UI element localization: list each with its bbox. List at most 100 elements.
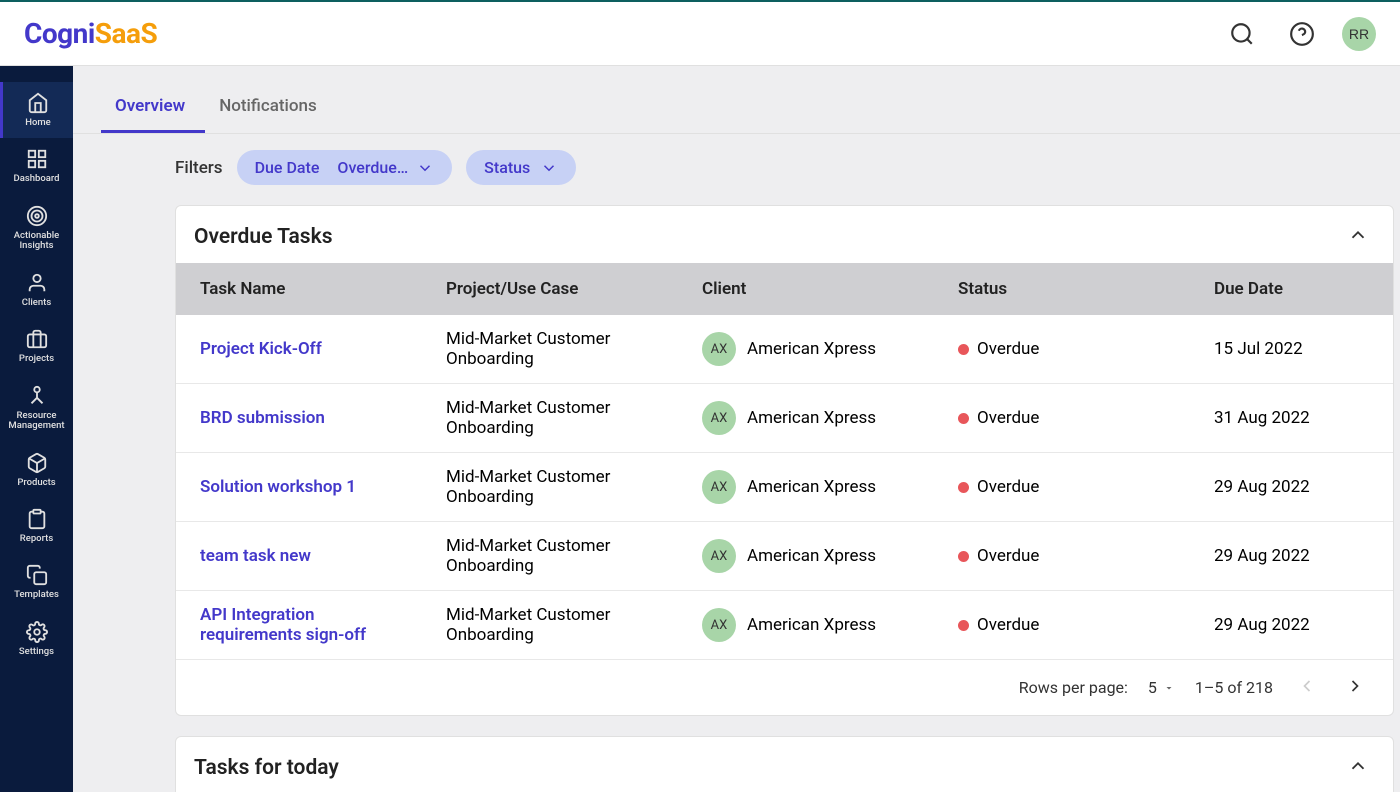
tab-overview[interactable]: Overview [101, 82, 205, 133]
tab-notifications[interactable]: Notifications [205, 82, 337, 133]
main-content: Overview Notifications Filters Due Date … [73, 66, 1400, 792]
sidebar-item-products[interactable]: Products [0, 442, 73, 498]
filters-label: Filters [175, 158, 223, 178]
search-icon [1229, 21, 1255, 47]
brand-logo: CogniSaaS [24, 17, 157, 50]
col-status: Status [944, 263, 1200, 315]
sidebar-item-insights[interactable]: Actionable Insights [0, 195, 73, 262]
client-cell: AX American Xpress [702, 608, 930, 642]
collapse-button[interactable] [1347, 224, 1369, 249]
user-icon [26, 272, 48, 294]
table-row: BRD submission Mid-Market Customer Onboa… [176, 384, 1393, 453]
collapse-button[interactable] [1347, 755, 1369, 780]
sidebar-item-label: Products [17, 478, 55, 488]
project-cell: Mid-Market Customer Onboarding [432, 522, 688, 591]
help-icon [1289, 21, 1315, 47]
task-link[interactable]: Project Kick-Off [200, 339, 322, 359]
table-row: API Integration requirements sign-off Mi… [176, 591, 1393, 660]
col-task-name: Task Name [176, 263, 432, 315]
header-actions: RR [1222, 14, 1376, 54]
status-cell: Overdue [958, 546, 1186, 566]
filter-key: Status [484, 158, 530, 177]
sidebar-item-label: Dashboard [14, 174, 60, 184]
status-text: Overdue [977, 339, 1039, 359]
chevron-left-icon [1297, 676, 1317, 696]
card-title: Overdue Tasks [194, 225, 333, 249]
due-date-cell: 29 Aug 2022 [1200, 591, 1393, 660]
status-cell: Overdue [958, 408, 1186, 428]
rows-per-page-label: Rows per page: [1019, 678, 1128, 697]
sidebar-item-label: Actionable Insights [4, 231, 69, 252]
pagination-bar: Rows per page: 5 1–5 of 218 [176, 659, 1393, 715]
sidebar-item-templates[interactable]: Templates [0, 554, 73, 610]
sidebar-item-dashboard[interactable]: Dashboard [0, 138, 73, 194]
col-client: Client [688, 263, 944, 315]
resource-icon [26, 385, 48, 407]
status-dot-icon [958, 551, 969, 562]
sidebar-item-projects[interactable]: Projects [0, 318, 73, 374]
prev-page-button[interactable] [1293, 672, 1321, 703]
card-header: Overdue Tasks [176, 206, 1393, 263]
client-avatar: AX [702, 332, 736, 366]
status-text: Overdue [977, 546, 1039, 566]
brand-part-2: SaaS [95, 17, 157, 50]
package-icon [26, 452, 48, 474]
col-due-date: Due Date [1200, 263, 1393, 315]
sidebar-item-reports[interactable]: Reports [0, 498, 73, 554]
col-project: Project/Use Case [432, 263, 688, 315]
due-date-cell: 15 Jul 2022 [1200, 315, 1393, 384]
client-avatar: AX [702, 608, 736, 642]
sidebar-nav: Home Dashboard Actionable Insights Clien… [0, 66, 73, 792]
due-date-cell: 29 Aug 2022 [1200, 453, 1393, 522]
next-page-button[interactable] [1341, 672, 1369, 703]
sidebar-item-label: Templates [14, 590, 59, 600]
task-link[interactable]: Solution workshop 1 [200, 477, 356, 497]
task-link[interactable]: team task new [200, 546, 311, 566]
sidebar-item-label: Projects [19, 354, 54, 364]
due-date-cell: 31 Aug 2022 [1200, 384, 1393, 453]
client-cell: AX American Xpress [702, 332, 930, 366]
app-header: CogniSaaS RR [0, 2, 1400, 66]
sidebar-item-home[interactable]: Home [0, 82, 73, 138]
table-row: Solution workshop 1 Mid-Market Customer … [176, 453, 1393, 522]
status-dot-icon [958, 482, 969, 493]
client-name: American Xpress [747, 477, 876, 497]
help-button[interactable] [1282, 14, 1322, 54]
task-link[interactable]: BRD submission [200, 408, 325, 428]
search-button[interactable] [1222, 14, 1262, 54]
table-row: Project Kick-Off Mid-Market Customer Onb… [176, 315, 1393, 384]
status-dot-icon [958, 344, 969, 355]
sidebar-item-clients[interactable]: Clients [0, 262, 73, 318]
filter-due-date[interactable]: Due Date Overdue… [237, 150, 453, 185]
client-avatar: AX [702, 470, 736, 504]
filter-status[interactable]: Status [466, 150, 576, 185]
client-cell: AX American Xpress [702, 401, 930, 435]
dashboard-icon [26, 148, 48, 170]
project-cell: Mid-Market Customer Onboarding [432, 591, 688, 660]
client-name: American Xpress [747, 615, 876, 635]
copy-icon [26, 564, 48, 586]
user-avatar-button[interactable]: RR [1342, 17, 1376, 51]
rows-per-page-select[interactable]: 5 [1148, 678, 1175, 697]
sidebar-item-settings[interactable]: Settings [0, 611, 73, 667]
status-text: Overdue [977, 408, 1039, 428]
client-avatar: AX [702, 401, 736, 435]
due-date-cell: 29 Aug 2022 [1200, 522, 1393, 591]
status-cell: Overdue [958, 339, 1186, 359]
chevron-down-icon [416, 159, 434, 177]
rows-per-page-value: 5 [1148, 678, 1157, 697]
client-name: American Xpress [747, 339, 876, 359]
sidebar-item-label: Settings [19, 647, 54, 657]
table-row: team task new Mid-Market Customer Onboar… [176, 522, 1393, 591]
sidebar-item-resource[interactable]: Resource Management [0, 375, 73, 442]
brand-part-1: Cogni [24, 17, 95, 50]
status-cell: Overdue [958, 477, 1186, 497]
filter-value: Overdue… [337, 158, 408, 177]
filter-key: Due Date [255, 158, 320, 177]
tasks-today-card: Tasks for today Task Name Project/Use Ca… [175, 736, 1394, 792]
filters-row: Filters Due Date Overdue… Status [73, 134, 1400, 185]
task-link[interactable]: API Integration requirements sign-off [200, 605, 366, 645]
card-header: Tasks for today [176, 737, 1393, 792]
settings-icon [26, 621, 48, 643]
project-cell: Mid-Market Customer Onboarding [432, 453, 688, 522]
